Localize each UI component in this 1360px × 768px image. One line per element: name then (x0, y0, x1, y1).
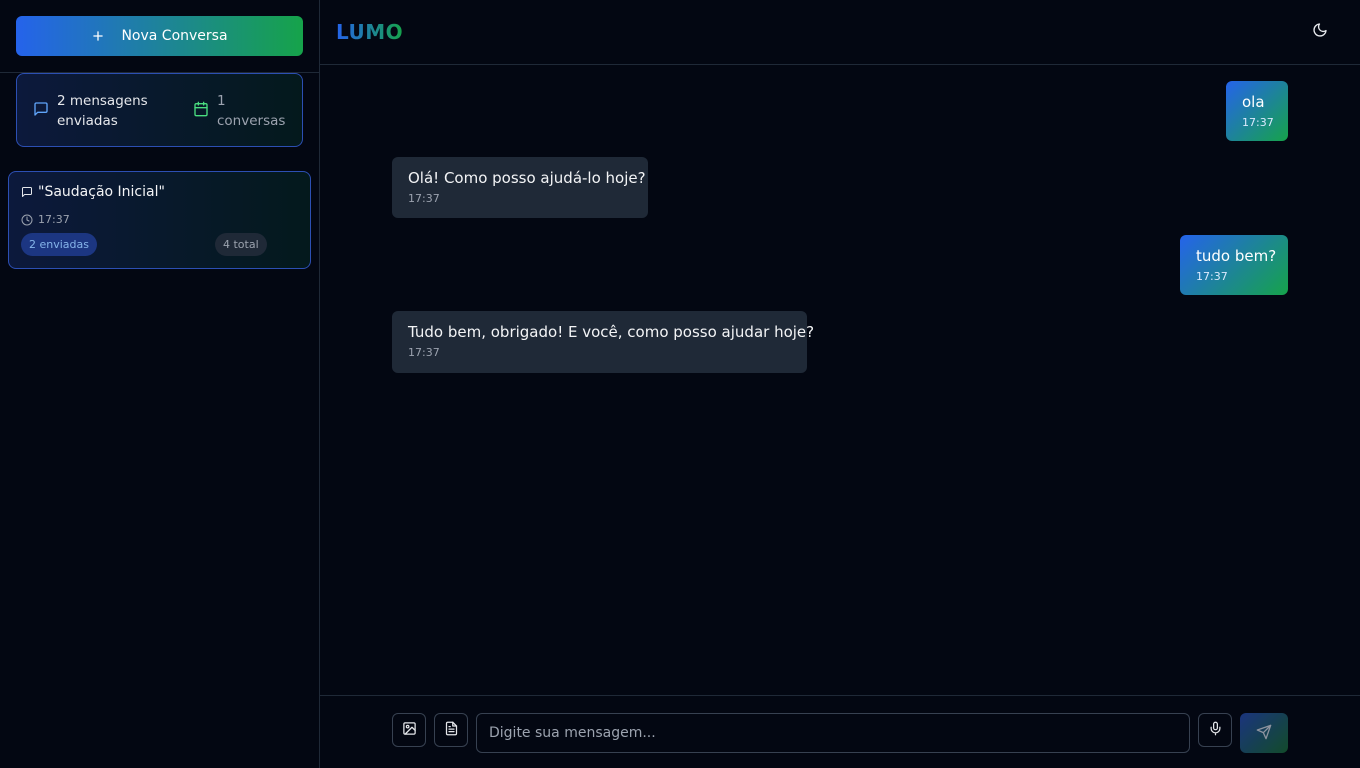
attach-document-button[interactable] (434, 713, 468, 747)
conversation-title-text: "Saudação Inicial" (38, 184, 165, 200)
clock-icon (21, 214, 33, 226)
total-badge: 4 total (215, 233, 267, 256)
stat-conversations-text: 1 conversas (217, 93, 286, 129)
send-icon (1256, 724, 1272, 743)
conversation-item[interactable]: "Saudação Inicial" 17:37 2 enviadas 4 to… (8, 171, 311, 269)
message-assistant: Tudo bem, obrigado! E você, como posso a… (392, 311, 815, 373)
stat-messages-sent: 2 mensagens enviadas (33, 91, 167, 131)
message-time: 17:37 (1196, 270, 1228, 283)
message-square-icon (33, 101, 49, 117)
message-text: Olá! Como posso ajudá-lo hoje? (408, 169, 646, 187)
message-user: tudo bem? 17:37 (1180, 235, 1288, 295)
theme-toggle-button[interactable] (1310, 22, 1330, 42)
message-text: ola (1242, 93, 1265, 111)
stat-messages-sent-text: 2 mensagens enviadas (57, 93, 148, 129)
send-button[interactable] (1240, 713, 1288, 753)
app-logo: LUMO (336, 20, 404, 44)
file-text-icon (444, 721, 459, 739)
mic-icon (1208, 721, 1223, 739)
message-square-icon (21, 186, 33, 198)
message-text: tudo bem? (1196, 247, 1277, 265)
calendar-icon (193, 101, 209, 117)
stat-conversations: 1 conversas (193, 91, 297, 131)
microphone-button[interactable] (1198, 713, 1232, 747)
stats-card: 2 mensagens enviadas 1 conversas (16, 73, 303, 147)
new-chat-button[interactable]: Nova Conversa (16, 16, 303, 56)
moon-icon (1312, 22, 1328, 42)
message-time: 17:37 (1242, 116, 1274, 129)
message-assistant: Olá! Como posso ajudá-lo hoje? 17:37 (392, 157, 648, 218)
conversation-time: 17:37 (21, 213, 70, 226)
sent-badge: 2 enviadas (21, 233, 97, 256)
chat-header: LUMO (320, 0, 1360, 65)
sidebar: Nova Conversa 2 mensagens enviadas 1 con… (0, 0, 320, 768)
message-input[interactable] (476, 713, 1190, 753)
conversation-title: "Saudação Inicial" (21, 184, 165, 200)
new-chat-label: Nova Conversa (121, 28, 228, 44)
composer (320, 695, 1360, 768)
message-time: 17:37 (408, 192, 440, 205)
plus-icon (91, 29, 105, 43)
message-time: 17:37 (408, 346, 440, 359)
message-user: ola 17:37 (1226, 81, 1288, 141)
image-icon (402, 721, 417, 739)
message-text: Tudo bem, obrigado! E você, como posso a… (408, 323, 815, 341)
attach-image-button[interactable] (392, 713, 426, 747)
conversation-time-text: 17:37 (38, 213, 70, 226)
